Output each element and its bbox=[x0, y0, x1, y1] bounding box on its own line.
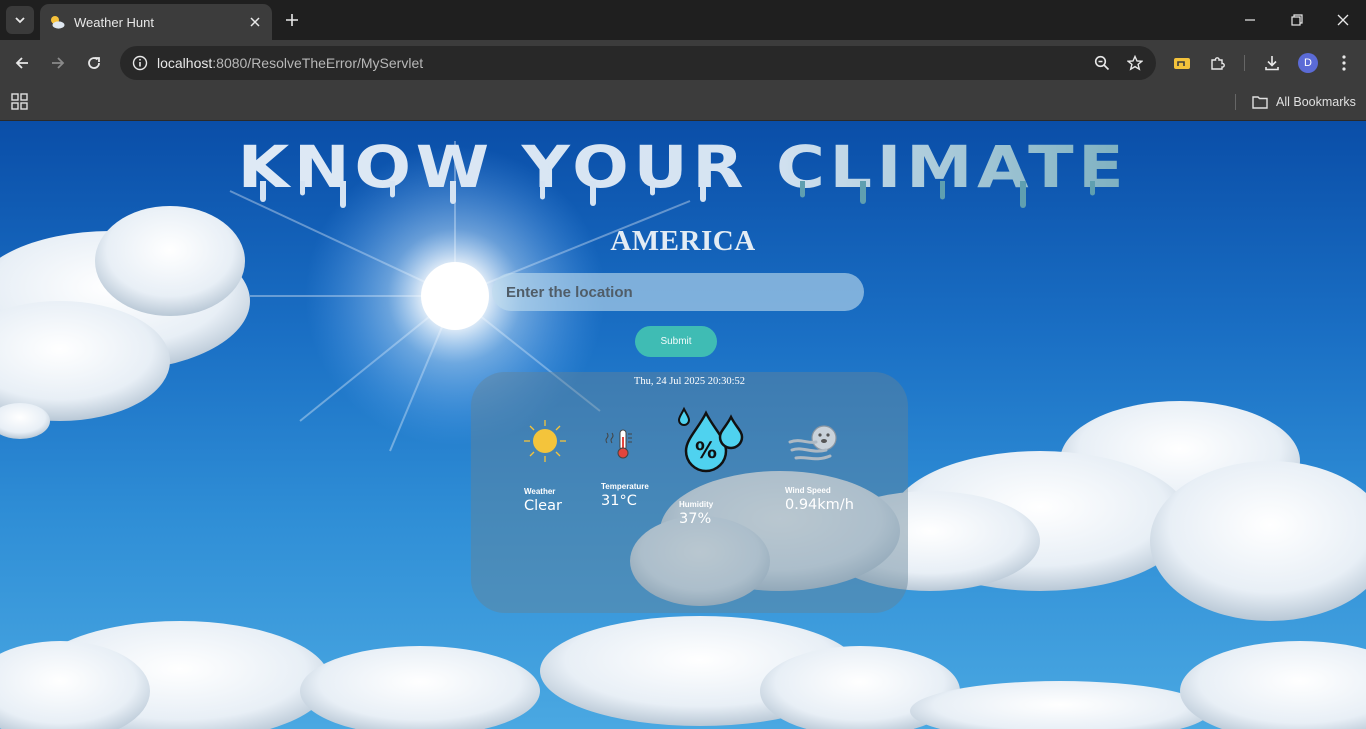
chevron-down-icon bbox=[15, 17, 25, 24]
tab-title: Weather Hunt bbox=[74, 14, 154, 30]
restore-button[interactable] bbox=[1285, 8, 1309, 32]
bookmarks-divider bbox=[1235, 94, 1236, 110]
toolbar-divider bbox=[1244, 55, 1245, 71]
humidity-drops-icon: % bbox=[677, 406, 744, 473]
headline-drip-decoration bbox=[260, 181, 1095, 208]
kebab-menu-icon bbox=[1342, 55, 1346, 71]
back-button[interactable] bbox=[9, 50, 35, 76]
temperature-label: Temperature bbox=[601, 482, 649, 491]
site-info-button[interactable] bbox=[130, 53, 150, 73]
download-icon bbox=[1265, 56, 1279, 71]
restore-icon bbox=[1291, 14, 1303, 26]
weather-label: Weather bbox=[524, 487, 556, 496]
forward-button[interactable] bbox=[45, 50, 71, 76]
extensions-menu-button[interactable] bbox=[1205, 50, 1231, 76]
browser-toolbar: localhost:8080/ResolveTheError/MyServlet… bbox=[0, 40, 1366, 85]
wind-label: Wind Speed bbox=[785, 486, 831, 495]
minimize-icon bbox=[1245, 19, 1255, 21]
reload-button[interactable] bbox=[81, 50, 107, 76]
country-heading: AMERICA bbox=[610, 225, 756, 257]
info-icon bbox=[132, 55, 148, 71]
close-icon bbox=[250, 17, 260, 27]
weather-metric: Weather Clear bbox=[524, 487, 562, 514]
browser-menu-button[interactable] bbox=[1331, 50, 1357, 76]
address-bar[interactable]: localhost:8080/ResolveTheError/MyServlet bbox=[120, 46, 1156, 80]
arrow-left-icon bbox=[15, 57, 28, 69]
zoom-button[interactable] bbox=[1090, 51, 1114, 75]
profile-avatar[interactable]: D bbox=[1298, 53, 1318, 73]
weather-card: Thu, 24 Jul 2025 20:30:52 Weather Clear bbox=[471, 372, 908, 613]
all-bookmarks-button[interactable]: All Bookmarks bbox=[1252, 92, 1356, 112]
wind-icon bbox=[788, 425, 837, 461]
humidity-label: Humidity bbox=[679, 500, 714, 509]
sun-icon bbox=[524, 420, 566, 462]
folder-icon bbox=[1252, 96, 1268, 109]
apps-grid-icon[interactable] bbox=[11, 93, 29, 111]
star-icon bbox=[1127, 55, 1143, 71]
downloads-button[interactable] bbox=[1259, 50, 1285, 76]
plus-icon bbox=[286, 14, 298, 26]
weather-datetime: Thu, 24 Jul 2025 20:30:52 bbox=[633, 376, 746, 387]
bookmarks-bar: All Bookmarks bbox=[0, 85, 1366, 121]
weather-favicon-icon bbox=[51, 16, 65, 29]
zoom-icon bbox=[1094, 55, 1110, 71]
humidity-metric: Humidity 37% bbox=[679, 500, 713, 527]
humidity-value: 37% bbox=[679, 511, 712, 527]
close-window-button[interactable] bbox=[1331, 8, 1355, 32]
bookmark-star-button[interactable] bbox=[1123, 51, 1147, 75]
close-tab-button[interactable] bbox=[246, 13, 264, 31]
svg-text:%: % bbox=[695, 439, 717, 464]
temperature-metric: Temperature 31°C bbox=[601, 482, 649, 509]
extension-button[interactable] bbox=[1169, 50, 1195, 76]
url-path: :8080/ResolveTheError/MyServlet bbox=[212, 55, 424, 71]
url-host: localhost bbox=[157, 55, 213, 71]
close-icon bbox=[1337, 14, 1349, 26]
extension-colored-icon bbox=[1174, 58, 1190, 69]
weather-value: Clear bbox=[524, 498, 562, 514]
reload-icon bbox=[88, 57, 100, 69]
wind-metric: Wind Speed 0.94km/h bbox=[785, 486, 854, 513]
weather-page: KNOW YOUR CLIMATE AMERICA Submit Thu, 24… bbox=[0, 121, 1366, 729]
new-tab-button[interactable] bbox=[280, 8, 304, 32]
tab-search-button[interactable] bbox=[6, 6, 34, 34]
wind-value: 0.94km/h bbox=[785, 497, 854, 513]
location-search-input[interactable] bbox=[492, 273, 864, 311]
submit-button[interactable]: Submit bbox=[635, 326, 717, 357]
tab-strip: Weather Hunt bbox=[0, 0, 1366, 40]
puzzle-icon bbox=[1211, 57, 1225, 70]
active-tab[interactable]: Weather Hunt bbox=[40, 4, 272, 40]
minimize-button[interactable] bbox=[1238, 8, 1262, 32]
url-text[interactable]: localhost:8080/ResolveTheError/MyServlet bbox=[157, 55, 1090, 71]
all-bookmarks-label: All Bookmarks bbox=[1276, 95, 1356, 109]
thermometer-icon bbox=[605, 429, 632, 459]
temperature-value: 31°C bbox=[601, 493, 637, 509]
arrow-right-icon bbox=[52, 57, 65, 69]
